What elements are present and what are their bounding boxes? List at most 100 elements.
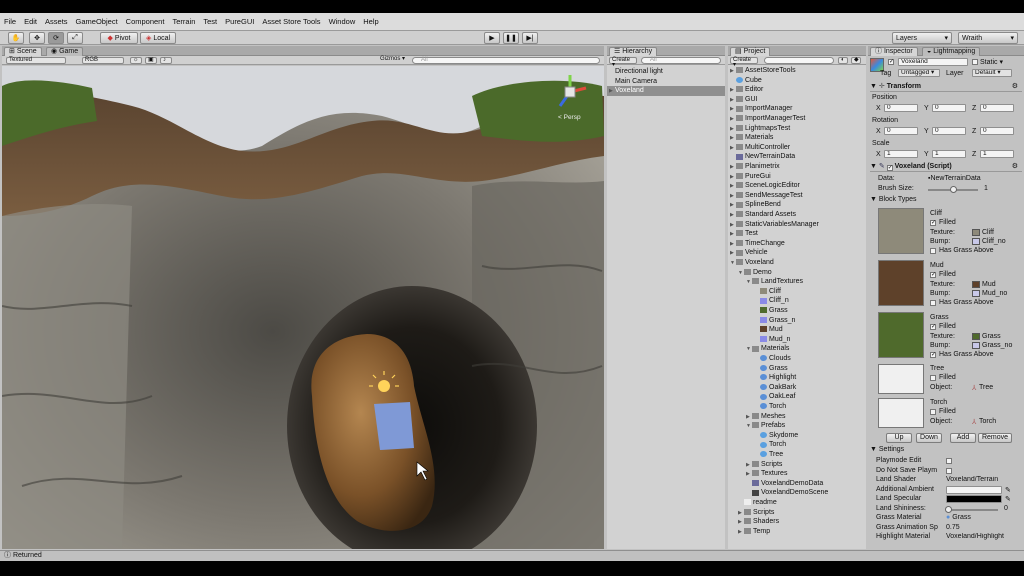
pos-y-field[interactable]: 0	[932, 104, 966, 112]
object-value[interactable]: Tree	[979, 384, 993, 391]
layout-dropdown[interactable]: Wraith ▾	[958, 32, 1018, 44]
setting-value-land-shader[interactable]: Voxeland/Terrain	[946, 476, 998, 483]
project-item-highlight[interactable]: Highlight	[728, 373, 866, 383]
filter-label-button[interactable]: ◆	[851, 57, 861, 64]
block-add-button[interactable]: Add	[950, 433, 976, 443]
project-item-materials[interactable]: ▶ Materials	[728, 133, 866, 143]
project-item-scripts[interactable]: ▶ Scripts	[728, 508, 866, 518]
project-item-test[interactable]: ▶ Test	[728, 229, 866, 239]
settings-gear-icon[interactable]: ⚙	[1012, 162, 1018, 170]
layer-dropdown[interactable]: Default ▾	[972, 69, 1012, 77]
setting-slider-land-shininess[interactable]	[945, 505, 998, 513]
pivot-button[interactable]: ◆ Pivot	[100, 32, 138, 44]
tab-scene[interactable]: ⊞ Scene	[4, 47, 42, 56]
project-item-grass[interactable]: Grass	[728, 364, 866, 374]
move-tool-button[interactable]: ✥	[29, 32, 45, 44]
image-toggle[interactable]: ▣	[145, 57, 157, 64]
project-search-input[interactable]	[764, 57, 834, 64]
texture-value[interactable]: Grass	[982, 333, 1001, 340]
menu-window[interactable]: Window	[329, 17, 356, 26]
bump-value[interactable]: Grass_no	[982, 342, 1012, 349]
pos-x-field[interactable]: 0	[884, 104, 918, 112]
menu-help[interactable]: Help	[363, 17, 378, 26]
orientation-gizmo[interactable]	[550, 72, 590, 112]
render-dropdown[interactable]: RGB	[82, 57, 124, 64]
project-item-cliff[interactable]: Cliff	[728, 287, 866, 297]
project-item-mud-n[interactable]: Mud_n	[728, 335, 866, 345]
lighting-toggle[interactable]: ☼	[130, 57, 142, 64]
project-item-oakleaf[interactable]: OakLeaf	[728, 392, 866, 402]
project-item-textures[interactable]: ▶ Textures	[728, 469, 866, 479]
grass-above-checkbox[interactable]	[930, 248, 936, 254]
block-preview-cliff[interactable]	[878, 208, 924, 254]
project-item-splinebend[interactable]: ▶ SplineBend	[728, 200, 866, 210]
settings-gear-icon[interactable]: ⚙	[1012, 82, 1018, 90]
brush-size-knob[interactable]	[949, 186, 957, 193]
script-header[interactable]: ▼ ✎ ✓ Voxeland (Script) ⚙	[870, 162, 1022, 172]
project-item-standard-assets[interactable]: ▶ Standard Assets	[728, 210, 866, 220]
project-item-cube[interactable]: Cube	[728, 76, 866, 86]
hand-tool-button[interactable]: ✋	[8, 32, 24, 44]
project-item-importmanagertest[interactable]: ▶ ImportManagerTest	[728, 114, 866, 124]
play-button[interactable]: ▶	[484, 32, 500, 44]
project-item-multicontroller[interactable]: ▶ MultiController	[728, 143, 866, 153]
block-types-header[interactable]: ▼ Block Types	[870, 196, 917, 203]
project-item-shaders[interactable]: ▶ Shaders	[728, 517, 866, 527]
local-button[interactable]: ◈ Local	[140, 32, 176, 44]
gizmos-dropdown[interactable]: Gizmos ▾	[378, 56, 412, 64]
eyedropper-icon[interactable]: ✎	[1005, 486, 1011, 494]
scale-tool-button[interactable]: ⤢	[67, 32, 83, 44]
transform-header[interactable]: ▼ ✛ Transform ⚙	[870, 82, 1022, 92]
project-item-prefabs[interactable]: ▼ Prefabs	[728, 421, 866, 431]
object-preview-tree[interactable]	[878, 364, 924, 394]
grass-above-checkbox[interactable]	[930, 300, 936, 306]
pos-z-field[interactable]: 0	[980, 104, 1014, 112]
block-preview-mud[interactable]	[878, 260, 924, 306]
project-item-torch[interactable]: Torch	[728, 440, 866, 450]
project-item-landtextures[interactable]: ▼ LandTextures	[728, 277, 866, 287]
project-item-editor[interactable]: ▶ Editor	[728, 85, 866, 95]
project-item-importmanager[interactable]: ▶ ImportManager	[728, 104, 866, 114]
block-filled-checkbox[interactable]: ✓	[930, 220, 936, 226]
hierarchy-item-directional-light[interactable]: Directional light	[607, 67, 725, 77]
settings-header[interactable]: ▼ Settings	[870, 446, 904, 453]
block-filled-checkbox[interactable]: ✓	[930, 324, 936, 330]
step-button[interactable]: ▶|	[522, 32, 538, 44]
brush-size-slider[interactable]	[928, 186, 978, 193]
setting-value-grass-animation-sp[interactable]: 0.75	[946, 524, 960, 531]
setting-checkbox-do-not-save-playm[interactable]	[946, 467, 952, 474]
menu-test[interactable]: Test	[203, 17, 217, 26]
project-item-clouds[interactable]: Clouds	[728, 354, 866, 364]
hierarchy-create-button[interactable]: Create ▾	[609, 57, 637, 68]
tab-game[interactable]: ◉ Game	[46, 47, 84, 56]
project-item-grass-n[interactable]: Grass_n	[728, 316, 866, 326]
menu-file[interactable]: File	[4, 17, 16, 26]
hierarchy-search-input[interactable]: All	[641, 57, 721, 64]
project-item-voxelanddemodata[interactable]: VoxelandDemoData	[728, 479, 866, 489]
block-preview-grass[interactable]	[878, 312, 924, 358]
tag-dropdown[interactable]: Untagged ▾	[898, 69, 940, 77]
project-item-vehicle[interactable]: ▶ Vehicle	[728, 248, 866, 258]
audio-toggle[interactable]: ♪	[160, 57, 172, 64]
hierarchy-item-main-camera[interactable]: Main Camera	[607, 77, 725, 87]
filter-type-button[interactable]: ◐	[838, 57, 848, 64]
rot-z-field[interactable]: 0	[980, 127, 1014, 135]
menu-assets[interactable]: Assets	[45, 17, 68, 26]
setting-value-grass-material[interactable]: ● Grass	[946, 514, 971, 521]
scene-viewport[interactable]: < Persp	[2, 66, 604, 549]
project-item-newterraindata[interactable]: NewTerrainData	[728, 152, 866, 162]
setting-checkbox-playmode-edit[interactable]	[946, 458, 952, 464]
project-item-temp[interactable]: ▶ Temp	[728, 527, 866, 537]
tab-lightmapping[interactable]: ◒ Lightmapping	[922, 47, 981, 56]
scene-search-input[interactable]: All	[412, 57, 600, 64]
project-item-assetstoretools[interactable]: ▶ AssetStoreTools	[728, 66, 866, 76]
menu-terrain[interactable]: Terrain	[172, 17, 195, 26]
setting-color-land-specular[interactable]	[946, 495, 1002, 503]
project-item-staticvariablesmanager[interactable]: ▶ StaticVariablesManager	[728, 220, 866, 230]
block-filled-checkbox[interactable]: ✓	[930, 272, 936, 278]
bump-value[interactable]: Mud_no	[982, 290, 1007, 297]
project-item-meshes[interactable]: ▶ Meshes	[728, 412, 866, 422]
project-item-voxelanddemoscene[interactable]: VoxelandDemoScene	[728, 488, 866, 498]
script-enabled-checkbox[interactable]: ✓	[886, 165, 893, 171]
project-item-cliff-n[interactable]: Cliff_n	[728, 296, 866, 306]
